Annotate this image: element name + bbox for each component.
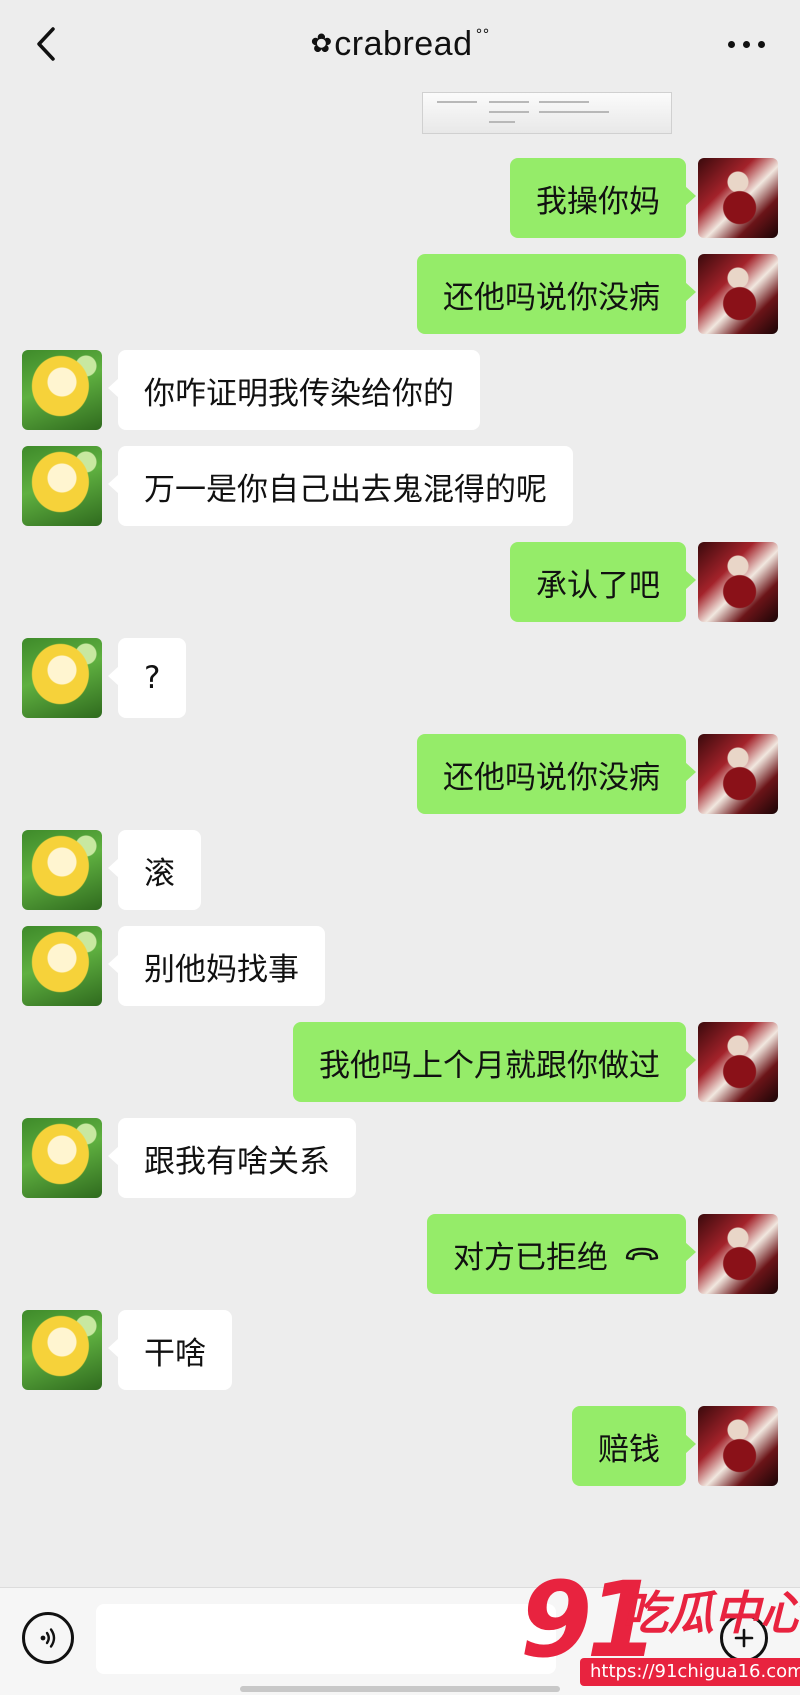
message-row: 还他吗说你没病 — [0, 734, 800, 816]
message-row: 干啥 — [0, 1310, 800, 1392]
message-bubble[interactable]: 你咋证明我传染给你的 — [108, 350, 480, 430]
message-row: 万一是你自己出去鬼混得的呢 — [0, 446, 800, 528]
message-bubble[interactable]: 别他妈找事 — [108, 926, 325, 1006]
more-dot — [757, 40, 765, 48]
plus-icon — [734, 1628, 754, 1648]
voice-icon — [40, 1628, 56, 1648]
avatar[interactable] — [698, 1022, 778, 1102]
doc-line — [539, 111, 609, 113]
avatar[interactable] — [698, 1214, 778, 1294]
message-bubble[interactable]: 跟我有啥关系 — [108, 1118, 356, 1198]
message-row: 对方已拒绝 — [0, 1214, 800, 1296]
avatar[interactable] — [22, 1118, 102, 1198]
more-dot — [742, 40, 750, 48]
document-image-message[interactable] — [422, 92, 672, 134]
avatar[interactable] — [22, 446, 102, 526]
message-bubble[interactable]: 还他吗说你没病 — [417, 254, 696, 334]
message-row: 我操你妈 — [0, 158, 800, 240]
plus-button[interactable] — [720, 1614, 768, 1662]
message-row: 你咋证明我传染给你的 — [0, 350, 800, 432]
avatar[interactable] — [22, 1310, 102, 1390]
more-button[interactable] — [718, 22, 774, 66]
message-list[interactable]: 我操你妈 还他吗说你没病 你咋证明我传染给你的 万一是你自己出去鬼混得的呢 承认… — [0, 92, 800, 1587]
avatar[interactable] — [698, 734, 778, 814]
chat-title: crabread — [334, 24, 473, 63]
message-bubble[interactable]: 还他吗说你没病 — [417, 734, 696, 814]
call-status-text: 对方已拒绝 — [453, 1239, 608, 1276]
doc-line — [489, 101, 529, 103]
doc-line — [489, 121, 515, 123]
flower-icon: ✿ — [310, 29, 333, 59]
input-bar — [0, 1587, 800, 1695]
message-row: 滚 — [0, 830, 800, 912]
avatar[interactable] — [22, 350, 102, 430]
doc-line — [489, 111, 529, 113]
title-wrap: ✿ crabread °° — [0, 22, 800, 66]
avatar[interactable] — [22, 926, 102, 1006]
avatar[interactable] — [22, 830, 102, 910]
message-input[interactable] — [96, 1604, 556, 1674]
home-indicator — [240, 1686, 560, 1692]
avatar[interactable] — [698, 158, 778, 238]
chat-header: ✿ crabread °° — [0, 0, 800, 92]
message-bubble[interactable]: ? — [107, 638, 187, 718]
voice-button[interactable] — [22, 1612, 74, 1664]
avatar[interactable] — [698, 1406, 778, 1486]
message-bubble[interactable]: 赔钱 — [572, 1406, 696, 1486]
message-row: 承认了吧 — [0, 542, 800, 624]
avatar[interactable] — [22, 638, 102, 718]
phone-hangup-icon — [624, 1244, 660, 1264]
message-row: 赔钱 — [0, 1406, 800, 1488]
message-row: 跟我有啥关系 — [0, 1118, 800, 1200]
bubbles-icon: °° — [475, 27, 490, 43]
message-bubble[interactable]: 滚 — [108, 830, 201, 910]
message-row: ? — [0, 638, 800, 720]
avatar[interactable] — [698, 254, 778, 334]
message-bubble[interactable]: 干啥 — [108, 1310, 232, 1390]
message-bubble[interactable]: 我他吗上个月就跟你做过 — [293, 1022, 696, 1102]
call-record-bubble[interactable]: 对方已拒绝 — [427, 1214, 696, 1294]
doc-line — [539, 101, 589, 103]
message-bubble[interactable]: 我操你妈 — [510, 158, 696, 238]
message-row: 还他吗说你没病 — [0, 254, 800, 336]
doc-line — [437, 101, 477, 103]
avatar[interactable] — [698, 542, 778, 622]
message-row: 我他吗上个月就跟你做过 — [0, 1022, 800, 1104]
message-bubble[interactable]: 万一是你自己出去鬼混得的呢 — [108, 446, 573, 526]
message-bubble[interactable]: 承认了吧 — [510, 542, 696, 622]
more-dots-icon — [727, 40, 735, 48]
message-row: 别他妈找事 — [0, 926, 800, 1008]
